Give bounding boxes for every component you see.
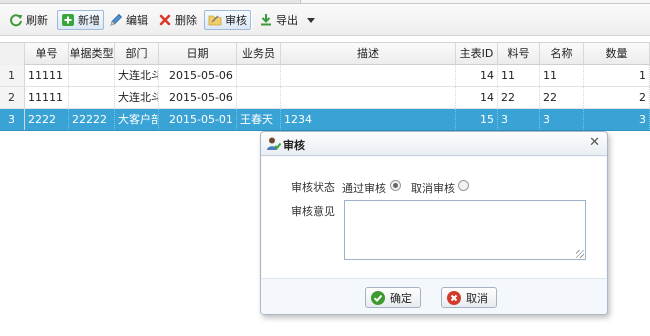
audit-label: 审核 bbox=[225, 14, 247, 27]
column-header[interactable]: 数量 bbox=[584, 43, 650, 65]
table-cell bbox=[237, 87, 281, 108]
add-button[interactable]: 新增 bbox=[57, 10, 104, 30]
row-number: 2 bbox=[0, 87, 25, 108]
resize-grip-icon[interactable] bbox=[576, 250, 584, 258]
audit-opinion-textarea[interactable] bbox=[344, 200, 586, 260]
cancel-audit-radio[interactable] bbox=[458, 180, 469, 191]
table-row[interactable]: 2 11111 大连北斗 2015-05-06 14 22 22 2 bbox=[0, 87, 650, 109]
edit-label: 编辑 bbox=[126, 14, 148, 27]
dialog-footer: 确定 取消 bbox=[262, 278, 606, 314]
table-cell: 2 bbox=[584, 87, 650, 108]
refresh-button[interactable]: 刷新 bbox=[6, 10, 51, 30]
table-cell: 1234 bbox=[281, 109, 456, 130]
table-cell: 大连北斗 bbox=[115, 87, 159, 108]
table-cell: 大连北斗 bbox=[115, 65, 159, 86]
tab-area bbox=[300, 0, 650, 3]
export-download-icon bbox=[259, 13, 273, 27]
refresh-icon bbox=[9, 13, 23, 27]
table-row[interactable]: 1 11111 大连北斗 2015-05-06 14 11 11 1 bbox=[0, 65, 650, 87]
table-cell: 3 bbox=[584, 109, 650, 130]
audit-status-label: 审核状态 bbox=[291, 181, 335, 194]
table-cell bbox=[237, 65, 281, 86]
toolbar: 刷新 新增 编辑 删除 审核 导出 bbox=[0, 4, 650, 36]
delete-button[interactable]: 删除 bbox=[155, 10, 200, 30]
cancel-x-icon bbox=[447, 290, 461, 305]
table-cell: 15 bbox=[456, 109, 498, 130]
table-cell: 2015-05-06 bbox=[159, 65, 237, 86]
data-grid: 单号 单据类型 部门 日期 业务员 描述 主表ID 料号 名称 数量 1 111… bbox=[0, 42, 650, 132]
table-cell: 11111 bbox=[25, 87, 69, 108]
table-cell: 22 bbox=[540, 87, 584, 108]
audit-button[interactable]: 审核 bbox=[204, 10, 251, 30]
table-cell: 11 bbox=[540, 65, 584, 86]
table-cell: 1 bbox=[584, 65, 650, 86]
table-cell: 22 bbox=[498, 87, 540, 108]
table-cell: 11 bbox=[498, 65, 540, 86]
pencil-icon bbox=[109, 13, 123, 27]
ok-label: 确定 bbox=[390, 291, 412, 305]
refresh-label: 刷新 bbox=[26, 14, 48, 27]
column-header[interactable]: 单据类型 bbox=[69, 43, 115, 65]
row-number: 3 bbox=[0, 109, 25, 130]
table-cell bbox=[281, 87, 456, 108]
row-number: 1 bbox=[0, 65, 25, 86]
cancel-label: 取消 bbox=[466, 291, 488, 305]
delete-x-icon bbox=[158, 13, 172, 27]
dialog-title: 审核 bbox=[283, 139, 305, 152]
table-cell bbox=[281, 65, 456, 86]
audit-dialog: 审核 ✕ 审核状态 通过审核 取消审核 审核意见 确定 取消 bbox=[260, 131, 608, 315]
column-header[interactable]: 料号 bbox=[498, 43, 540, 65]
ok-button[interactable]: 确定 bbox=[365, 287, 421, 308]
add-label: 新增 bbox=[78, 14, 100, 27]
table-cell: 3 bbox=[540, 109, 584, 130]
column-header[interactable]: 部门 bbox=[115, 43, 159, 65]
table-cell: 大客户部 bbox=[115, 109, 159, 130]
column-header[interactable]: 日期 bbox=[159, 43, 237, 65]
close-icon[interactable]: ✕ bbox=[589, 136, 600, 150]
table-cell: 王春天 bbox=[237, 109, 281, 130]
user-audit-icon bbox=[266, 136, 282, 151]
column-header[interactable]: 业务员 bbox=[237, 43, 281, 65]
grid-header: 单号 单据类型 部门 日期 业务员 描述 主表ID 料号 名称 数量 bbox=[0, 42, 650, 65]
table-cell: 2015-05-06 bbox=[159, 87, 237, 108]
dialog-body: 审核状态 通过审核 取消审核 审核意见 bbox=[262, 157, 606, 278]
column-header[interactable]: 单号 bbox=[25, 43, 69, 65]
column-header[interactable]: 主表ID bbox=[456, 43, 498, 65]
table-cell: 22222 bbox=[69, 109, 115, 130]
audit-folder-icon bbox=[208, 13, 222, 27]
table-cell bbox=[69, 87, 115, 108]
export-button[interactable]: 导出 bbox=[256, 10, 318, 30]
table-cell: 14 bbox=[456, 65, 498, 86]
edit-button[interactable]: 编辑 bbox=[106, 10, 151, 30]
delete-label: 删除 bbox=[175, 14, 197, 27]
table-cell: 3 bbox=[498, 109, 540, 130]
table-cell: 2222 bbox=[25, 109, 69, 130]
audit-opinion-label: 审核意见 bbox=[291, 205, 335, 218]
cancel-button[interactable]: 取消 bbox=[441, 287, 497, 308]
table-cell bbox=[69, 65, 115, 86]
table-cell: 2015-05-01 bbox=[159, 109, 237, 130]
table-row-selected[interactable]: 3 2222 22222 大客户部 2015-05-01 王春天 1234 15… bbox=[0, 109, 650, 131]
table-cell: 14 bbox=[456, 87, 498, 108]
approve-option-label[interactable]: 通过审核 bbox=[342, 180, 386, 196]
table-cell: 11111 bbox=[25, 65, 69, 86]
row-number-header bbox=[0, 43, 25, 65]
approve-radio[interactable] bbox=[390, 180, 401, 191]
add-icon bbox=[61, 13, 75, 27]
cancel-option-label[interactable]: 取消审核 bbox=[411, 180, 455, 196]
dropdown-arrow-icon bbox=[307, 14, 315, 27]
toolbar-separator bbox=[251, 10, 252, 30]
dialog-titlebar[interactable]: 审核 ✕ bbox=[261, 132, 607, 156]
column-header[interactable]: 描述 bbox=[281, 43, 456, 65]
checkmark-icon bbox=[371, 290, 385, 305]
export-label: 导出 bbox=[276, 14, 298, 27]
column-header[interactable]: 名称 bbox=[540, 43, 584, 65]
